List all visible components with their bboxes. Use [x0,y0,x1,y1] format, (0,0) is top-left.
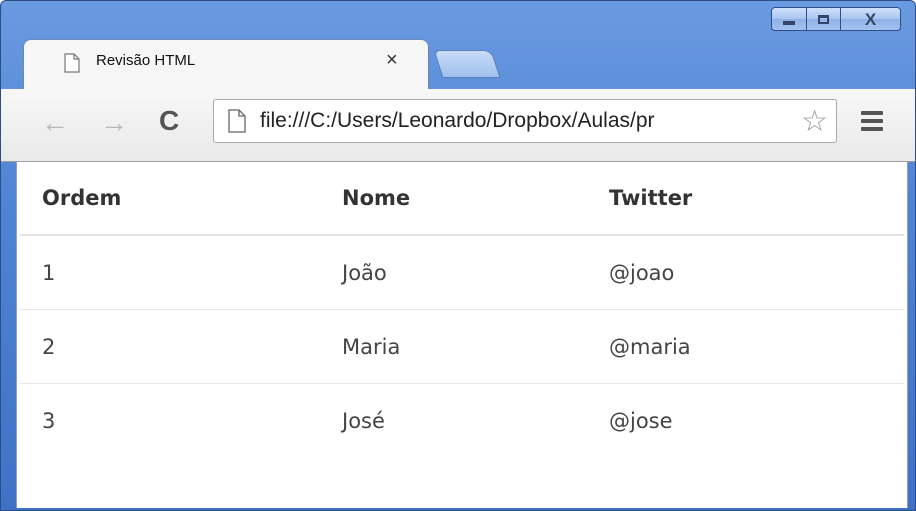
page-icon [228,109,246,133]
header-nome: Nome [342,162,609,236]
window-controls: X [771,7,901,31]
forward-arrow-icon[interactable]: → [100,107,128,139]
table-row: 2 Maria @maria [20,309,904,384]
address-bar[interactable]: file:///C:/Users/Leonardo/Dropbox/Aulas/… [213,99,837,143]
new-tab-button[interactable] [433,50,501,78]
reload-icon[interactable]: C [159,105,179,137]
page-content: Ordem Nome Twitter 1 João @joao 2 Maria … [16,162,908,508]
cell-nome: João [342,234,609,310]
cell-twitter: @maria [609,309,904,384]
url-text[interactable]: file:///C:/Users/Leonardo/Dropbox/Aulas/… [260,109,794,133]
tab-close-icon[interactable]: × [386,49,398,72]
toolbar: ← → C file:///C:/Users/Leonardo/Dropbox/… [1,89,915,162]
tab-title: Revisão HTML [96,52,196,69]
cell-ordem: 3 [20,383,342,457]
cell-nome: José [342,383,609,457]
back-arrow-icon[interactable]: ← [41,107,69,139]
cell-twitter: @jose [609,383,904,457]
table-row: 3 José @jose [20,383,904,457]
close-icon: X [864,9,877,29]
page-icon [64,53,80,73]
minimize-icon [783,21,795,25]
bookmark-star-icon[interactable]: ☆ [801,104,828,139]
maximize-button[interactable] [807,7,841,31]
cell-nome: Maria [342,309,609,384]
table-header-row: Ordem Nome Twitter [20,162,904,236]
close-window-button[interactable]: X [841,7,901,31]
people-table: Ordem Nome Twitter 1 João @joao 2 Maria … [20,162,904,457]
cell-twitter: @joao [609,234,904,310]
cell-ordem: 2 [20,309,342,384]
browser-window: X Revisão HTML × ← → C file:///C:/Users/… [0,0,916,511]
cell-ordem: 1 [20,234,342,310]
minimize-button[interactable] [771,7,807,31]
header-twitter: Twitter [609,162,904,236]
maximize-icon [818,14,829,24]
table-row: 1 João @joao [20,234,904,310]
header-ordem: Ordem [20,162,342,236]
tab-revisao-html[interactable]: Revisão HTML × [23,39,429,91]
menu-icon[interactable] [861,111,883,135]
